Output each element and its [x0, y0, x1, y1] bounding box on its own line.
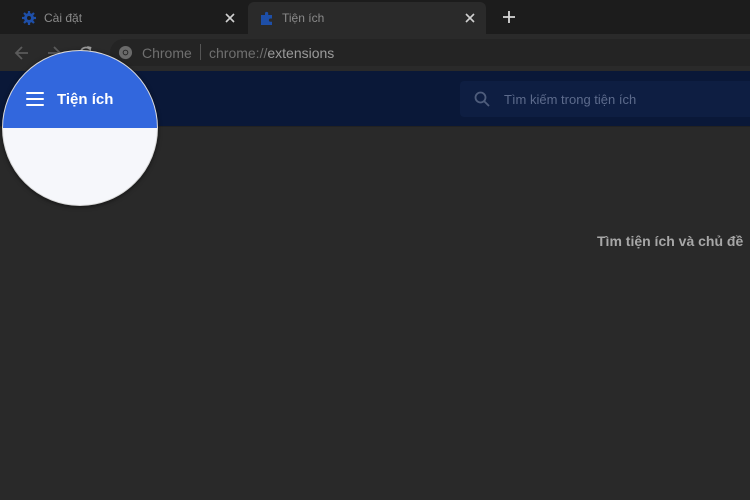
magnified-header: Tiện ích	[3, 51, 157, 128]
tab-title: Cài đặt	[44, 11, 83, 25]
tab-title: Tiện ích	[282, 11, 325, 25]
new-tab-button[interactable]	[500, 8, 518, 26]
hamburger-menu-icon[interactable]	[26, 92, 44, 106]
search-box[interactable]	[460, 81, 750, 117]
tab-settings[interactable]: Cài đặt	[10, 2, 246, 34]
magnifier-highlight: Tiện ích	[2, 50, 158, 206]
tab-strip: Cài đặt Tiện ích	[0, 0, 750, 34]
search-icon	[474, 91, 490, 107]
divider	[200, 44, 201, 60]
address-bar[interactable]: Chrome chrome://extensions	[110, 39, 750, 66]
search-input[interactable]	[504, 89, 744, 109]
close-icon[interactable]	[462, 10, 478, 26]
url-text: chrome://extensions	[209, 45, 335, 61]
close-icon[interactable]	[222, 10, 238, 26]
empty-state-message: Tìm tiện ích và chủ đề	[597, 233, 744, 249]
puzzle-icon	[261, 11, 272, 25]
page-title: Tiện ích	[57, 91, 114, 108]
tab-extensions[interactable]: Tiện ích	[248, 2, 486, 34]
gear-icon	[22, 11, 36, 25]
